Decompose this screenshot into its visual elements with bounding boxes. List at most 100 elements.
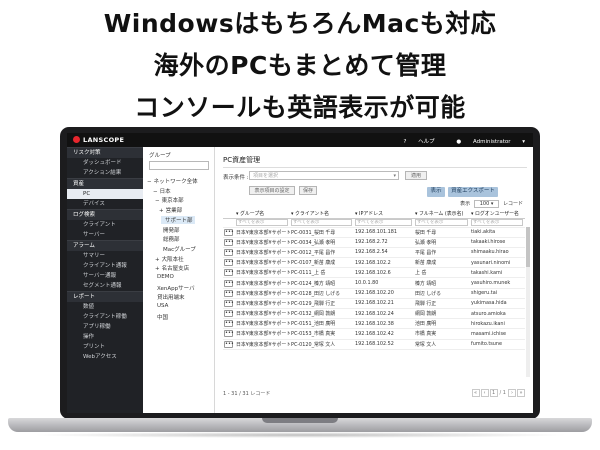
table-cell: 日本¥東京本部¥サポート部 xyxy=(235,298,290,310)
expand-icon[interactable]: + xyxy=(155,266,160,272)
table-row[interactable]: •••日本¥東京本部¥サポート部PC-0151_池田 廣明192.168.102… xyxy=(223,318,525,330)
nav-item[interactable]: デバイス xyxy=(67,199,143,209)
nav-item[interactable]: 操作 xyxy=(67,332,143,342)
apply-button[interactable]: 適用 xyxy=(405,171,427,180)
nav-section[interactable]: アラーム xyxy=(67,240,143,251)
table-row[interactable]: •••日本¥東京本部¥サポート部PC-0153_市橋 真実192.168.102… xyxy=(223,328,525,340)
table-row[interactable]: •••日本¥東京本部¥サポート部PC-0132_網岡 敦朗192.168.102… xyxy=(223,308,525,320)
show-items-button[interactable]: 表示項目の設定 xyxy=(249,186,295,195)
table-row[interactable]: •••日本¥東京本部¥サポート部PC-0128_田辺 しげる192.168.10… xyxy=(223,288,525,299)
more-icon[interactable]: ••• xyxy=(224,269,234,277)
table-row[interactable]: •••日本¥東京本部¥サポート部PC-0031_桜田 千尋192.168.101… xyxy=(223,227,525,238)
tree-node[interactable]: − 東京本部 xyxy=(155,196,184,204)
column-header[interactable]: ▾ クライアント名 xyxy=(290,209,354,219)
more-icon[interactable]: ••• xyxy=(224,279,234,287)
tree-node[interactable]: + 大阪本社 xyxy=(155,255,184,263)
nav-section[interactable]: リスク対策 xyxy=(67,147,143,158)
tree-node[interactable]: XenAppサーバ xyxy=(155,284,195,292)
column-header-label: グループ名 xyxy=(240,210,265,217)
nav-item[interactable]: プリント xyxy=(67,342,143,352)
column-header[interactable]: ▾ IPアドレス xyxy=(354,209,414,219)
column-header[interactable]: ▾ グループ名 xyxy=(235,209,290,219)
save-button[interactable]: 保存 xyxy=(299,186,317,195)
tree-node[interactable]: サポート部 xyxy=(161,215,195,224)
more-icon[interactable]: ••• xyxy=(224,340,234,348)
tree-node[interactable]: DEMO xyxy=(155,274,174,280)
nav-item[interactable]: サーバー xyxy=(67,230,143,240)
first-page-button[interactable]: « xyxy=(471,389,480,397)
collapse-icon[interactable]: − xyxy=(147,179,152,185)
collapse-icon[interactable]: − xyxy=(155,198,160,204)
more-icon[interactable]: ••• xyxy=(224,299,234,307)
table-row[interactable]: •••日本¥東京本部¥サポート部PC-0107_新苗 康成192.168.102… xyxy=(223,257,525,269)
tree-node[interactable]: − ネットワーク全体 xyxy=(147,177,198,185)
nav-item[interactable]: アプリ稼働 xyxy=(67,322,143,332)
record-count-selector: 表示 100 ▾ レコード xyxy=(460,200,523,208)
page-current[interactable]: 1 xyxy=(489,389,498,397)
help-link[interactable]: ? ヘルプ xyxy=(393,139,434,145)
nav-item[interactable]: サーバー通報 xyxy=(67,271,143,281)
expand-icon[interactable]: + xyxy=(155,257,160,263)
column-filter-input[interactable]: すべてを表示 xyxy=(415,219,468,226)
nav-section[interactable]: レポート xyxy=(67,291,143,302)
nav-item[interactable]: クライアント xyxy=(67,220,143,230)
next-page-button[interactable]: › xyxy=(508,389,516,397)
tree-node[interactable]: 中国 xyxy=(155,313,168,321)
tree-node[interactable]: 開発部 xyxy=(161,226,180,234)
tree-node[interactable]: + 営業部 xyxy=(159,206,182,214)
tree-node[interactable]: USA xyxy=(155,303,168,309)
more-icon[interactable]: ••• xyxy=(224,248,234,256)
nav-item[interactable]: セグメント通報 xyxy=(67,281,143,291)
table-row[interactable]: •••日本¥東京本部¥サポート部PC-0124_榛方 靖昭10.0.1.80榛方… xyxy=(223,277,525,289)
table-scrollbar[interactable] xyxy=(526,227,530,377)
filter-cell: すべてを表示 xyxy=(470,218,525,228)
display-button[interactable]: 表示 xyxy=(427,187,445,197)
table-row[interactable]: •••日本¥東京本部¥サポート部PC-0111_上 岳192.168.102.6… xyxy=(223,267,525,279)
user-menu[interactable]: ● Administrator ▾ xyxy=(446,139,525,145)
scrollbar-thumb[interactable] xyxy=(526,227,530,267)
column-filter-input[interactable]: すべてを表示 xyxy=(471,219,523,226)
nav-section[interactable]: ログ検索 xyxy=(67,209,143,220)
last-page-button[interactable]: » xyxy=(517,389,525,397)
table-row[interactable]: •••日本¥東京本部¥サポート部PC-0120_常塚 文人192.168.102… xyxy=(223,339,525,350)
nav-item[interactable]: PC xyxy=(67,189,143,199)
export-button[interactable]: 資産エクスポート xyxy=(448,187,498,197)
more-icon[interactable]: ••• xyxy=(224,330,234,338)
nav-item[interactable]: 数値 xyxy=(67,302,143,312)
table-row[interactable]: •••日本¥東京本部¥サポート部PC-0129_飛騨 行正192.168.102… xyxy=(223,298,525,310)
column-header[interactable]: ▾ フルネーム (表示名) xyxy=(414,209,470,219)
nav-item[interactable]: アクション結果 xyxy=(67,168,143,178)
nav-item[interactable]: クライアント稼働 xyxy=(67,312,143,322)
column-header[interactable] xyxy=(223,209,235,219)
table-row[interactable]: •••日本¥東京本部¥サポート部PC-0012_平尾 昌作192.168.2.5… xyxy=(223,247,525,259)
tree-node[interactable]: − 日本 xyxy=(153,187,171,195)
tree-node[interactable]: 総務部 xyxy=(161,235,180,243)
expand-icon[interactable]: + xyxy=(159,208,164,214)
more-icon[interactable]: ••• xyxy=(224,238,234,246)
more-icon[interactable]: ••• xyxy=(224,320,234,328)
tree-node[interactable]: 貸出用端末 xyxy=(155,293,185,301)
column-header[interactable]: ▾ ログオンユーザー名 xyxy=(470,209,525,219)
collapse-icon[interactable]: − xyxy=(153,189,158,195)
table-row[interactable]: •••日本¥東京本部¥サポート部PC-0034_弘瀬 孝明192.168.2.7… xyxy=(223,237,525,248)
prev-page-button[interactable]: ‹ xyxy=(480,389,489,397)
more-icon[interactable]: ••• xyxy=(224,310,234,318)
more-icon[interactable]: ••• xyxy=(224,289,234,297)
tree-node[interactable]: Macグループ xyxy=(161,245,196,253)
nav-section[interactable]: 資産 xyxy=(67,178,143,189)
count-select[interactable]: 100 ▾ xyxy=(473,200,500,208)
tree-node[interactable]: + 名古屋支店 xyxy=(155,264,189,272)
column-filter-input[interactable]: すべてを表示 xyxy=(236,219,288,226)
column-filter-input[interactable]: すべてを表示 xyxy=(355,219,412,226)
nav-item[interactable]: ダッシュボード xyxy=(67,158,143,168)
nav-item[interactable]: クライアント通報 xyxy=(67,261,143,271)
more-icon[interactable]: ••• xyxy=(224,228,234,236)
nav-item[interactable]: サマリー xyxy=(67,251,143,261)
app-logo[interactable]: LANSCOPE xyxy=(73,136,124,144)
more-icon[interactable]: ••• xyxy=(224,259,234,267)
nav-item[interactable]: Webアクセス xyxy=(67,352,143,362)
title-divider xyxy=(223,167,527,168)
tree-search-input[interactable] xyxy=(149,161,209,170)
column-filter-input[interactable]: すべてを表示 xyxy=(291,219,352,226)
condition-select[interactable]: 項目を選択 ▾ xyxy=(249,171,399,180)
